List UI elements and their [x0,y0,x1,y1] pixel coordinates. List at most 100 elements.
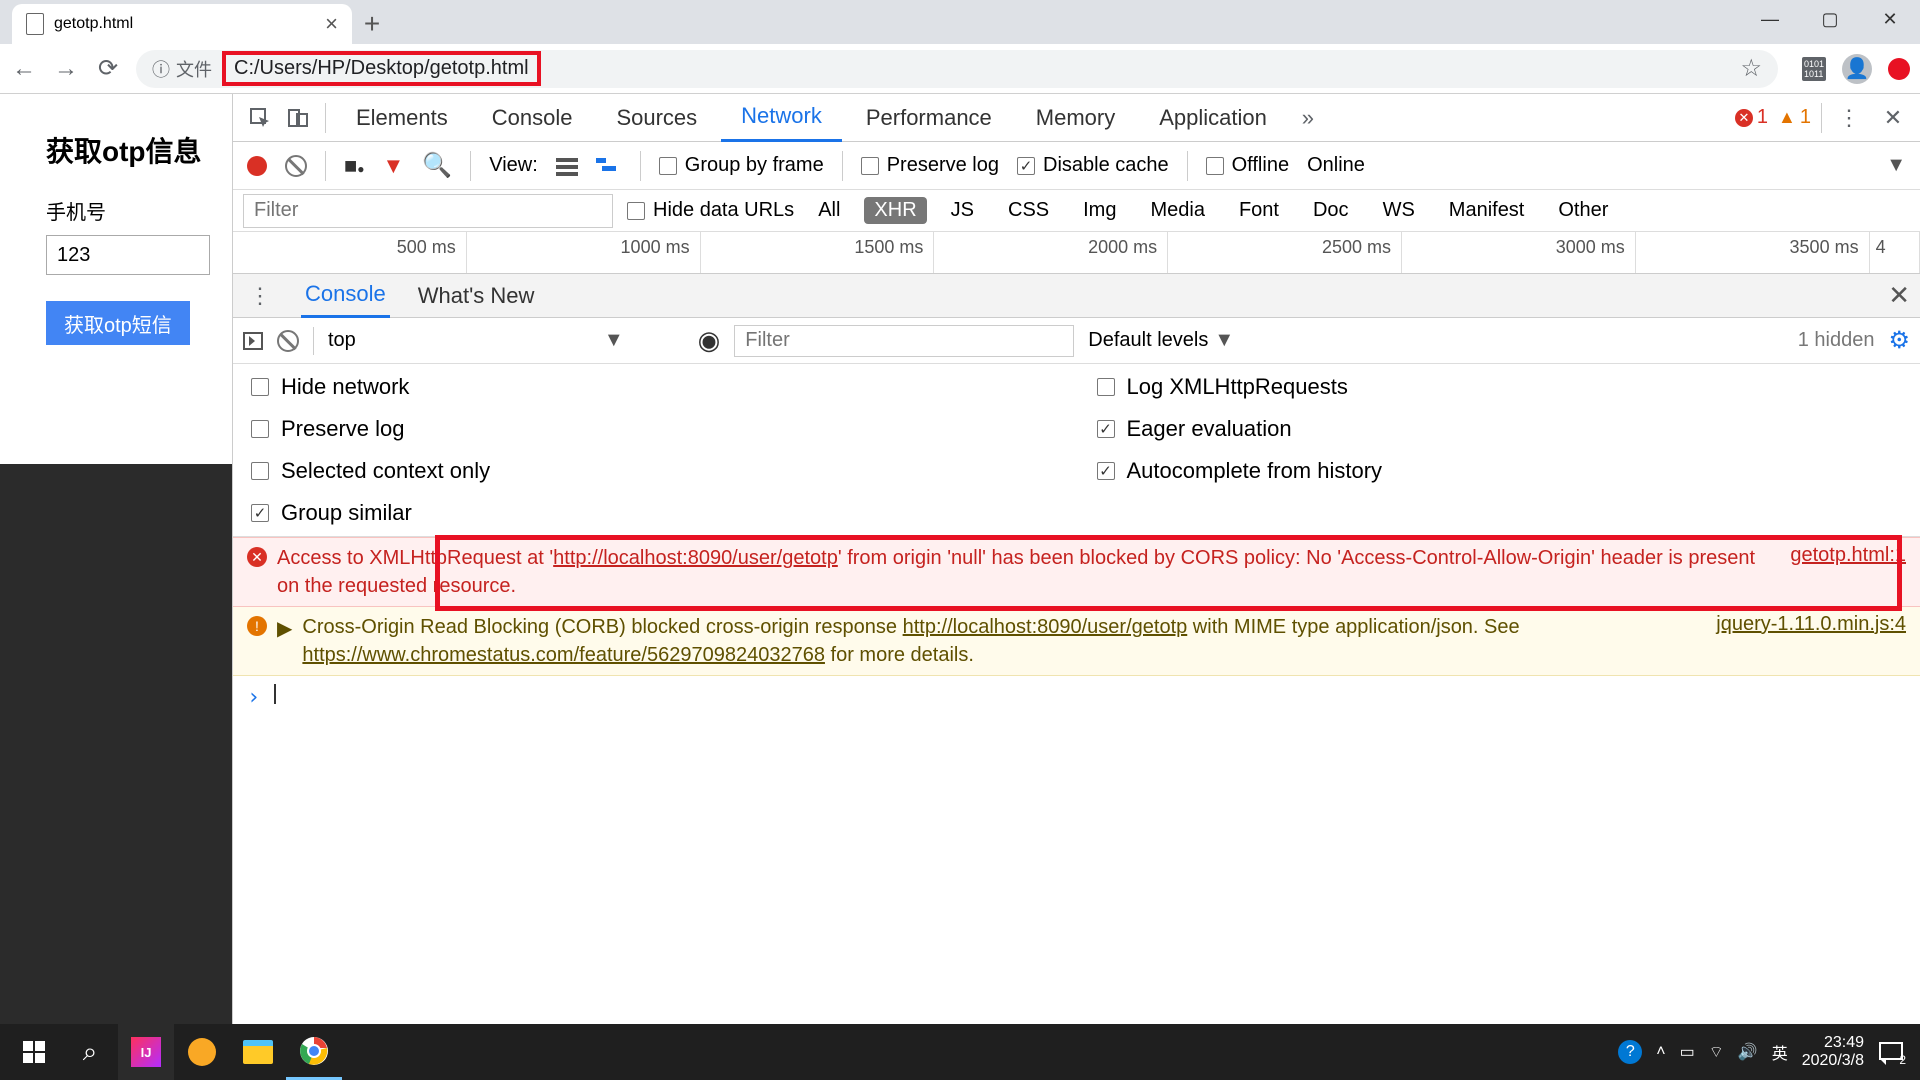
autocomplete-checkbox[interactable]: Autocomplete from history [1097,458,1903,484]
filter-css[interactable]: CSS [998,197,1059,224]
reload-button[interactable]: ⟳ [94,55,122,83]
profile-icon[interactable]: 👤 [1842,54,1872,84]
start-button[interactable] [6,1024,62,1080]
filter-media[interactable]: Media [1140,197,1214,224]
warning-icon: ! [247,616,267,636]
browser-tab-bar: getotp.html × + [0,0,1920,44]
filter-xhr[interactable]: XHR [864,197,926,224]
large-rows-icon[interactable] [556,156,578,176]
browser-tab[interactable]: getotp.html × [12,4,352,44]
group-by-frame-checkbox[interactable]: Group by frame [659,154,824,177]
tray-help-icon[interactable]: ? [1618,1040,1642,1064]
taskbar-chrome[interactable] [286,1024,342,1080]
device-toggle-icon[interactable] [281,101,315,135]
wifi-icon[interactable]: ⌔ [1709,1042,1724,1062]
eager-eval-checkbox[interactable]: Eager evaluation [1097,416,1903,442]
devtools-menu-icon[interactable]: ⋮ [1832,101,1866,135]
console-settings-icon[interactable]: ⚙ [1888,326,1910,355]
filter-doc[interactable]: Doc [1303,197,1359,224]
tab-elements[interactable]: Elements [336,94,468,142]
tab-performance[interactable]: Performance [846,94,1012,142]
warning-source-link[interactable]: jquery-1.11.0.min.js:4 [1716,613,1906,636]
online-select[interactable]: Online [1307,154,1365,177]
context-select[interactable]: top▼ [328,329,684,352]
drawer-close-icon[interactable]: ✕ [1888,280,1910,311]
new-tab-button[interactable]: + [352,4,392,44]
throttle-dropdown-icon[interactable]: ▼ [1886,154,1906,177]
console-filter-input[interactable] [734,325,1074,357]
selected-context-checkbox[interactable]: Selected context only [251,458,1057,484]
inspect-icon[interactable] [243,101,277,135]
filter-icon[interactable]: ▼ [383,153,405,179]
devtools-panel: Elements Console Sources Network Perform… [232,94,1920,1024]
extension-icon[interactable]: 01011011 [1802,57,1826,81]
filter-js[interactable]: JS [941,197,984,224]
hide-data-urls-checkbox[interactable]: Hide data URLs [627,199,794,222]
taskbar-explorer[interactable] [230,1024,286,1080]
console-error-row[interactable]: ✕ Access to XMLHttpRequest at 'http://lo… [233,537,1920,607]
preserve-log-checkbox[interactable]: Preserve log [861,154,999,177]
taskbar-app-intellij[interactable]: IJ [118,1024,174,1080]
volume-icon[interactable]: 🔊 [1738,1042,1758,1062]
phone-input[interactable] [46,235,210,275]
search-icon[interactable]: 🔍 [422,151,452,180]
log-xhr-checkbox[interactable]: Log XMLHttpRequests [1097,374,1903,400]
console-prompt[interactable]: › [233,676,1920,718]
window-minimize[interactable]: — [1740,0,1800,38]
url-field[interactable]: ⓘ 文件 C:/Users/HP/Desktop/getotp.html ☆ [136,50,1778,88]
hide-network-checkbox[interactable]: Hide network [251,374,1057,400]
search-icon[interactable]: ⌕ [62,1024,118,1080]
console-warning-row[interactable]: ! ▶ Cross-Origin Read Blocking (CORB) bl… [233,607,1920,676]
log-levels-select[interactable]: Default levels ▼ [1088,329,1234,352]
error-count-badge[interactable]: ✕1 [1735,106,1768,129]
filter-other[interactable]: Other [1548,197,1618,224]
taskbar-app-2[interactable] [174,1024,230,1080]
clear-button[interactable] [285,155,307,177]
back-button[interactable]: ← [10,55,38,83]
filter-all[interactable]: All [808,197,850,224]
group-similar-checkbox[interactable]: Group similar [251,500,1057,526]
console-clear-icon[interactable] [277,330,299,352]
bookmark-icon[interactable]: ☆ [1740,54,1762,83]
offline-checkbox[interactable]: Offline [1206,154,1289,177]
tray-expand-icon[interactable]: ˄ [1656,1043,1665,1061]
record-button[interactable] [247,156,267,176]
preserve-log-checkbox[interactable]: Preserve log [251,416,1057,442]
disable-cache-checkbox[interactable]: Disable cache [1017,154,1169,177]
window-close[interactable]: ✕ [1860,0,1920,38]
clock[interactable]: 23:49 2020/3/8 [1802,1034,1864,1070]
get-otp-button[interactable]: 获取otp短信 [46,301,190,345]
network-filter-input[interactable] [243,194,613,228]
warning-count-badge[interactable]: ▲1 [1778,106,1811,129]
drawer-tab-console[interactable]: Console [301,274,390,318]
tab-console[interactable]: Console [472,94,593,142]
tab-network[interactable]: Network [721,94,842,142]
error-source-link[interactable]: getotp.html:1 [1790,544,1906,567]
tab-sources[interactable]: Sources [596,94,717,142]
devtools-close-icon[interactable]: ✕ [1876,101,1910,135]
live-expression-icon[interactable]: ◉ [698,325,721,356]
more-tabs-icon[interactable]: » [1291,101,1325,135]
network-timeline[interactable]: 500 ms 1000 ms 1500 ms 2000 ms 2500 ms 3… [233,232,1920,274]
window-maximize[interactable]: ▢ [1800,0,1860,38]
ime-indicator[interactable]: 英 [1772,1040,1788,1064]
separator [842,151,843,181]
waterfall-icon[interactable] [596,156,622,176]
tab-memory[interactable]: Memory [1016,94,1135,142]
filter-ws[interactable]: WS [1373,197,1425,224]
camera-icon[interactable]: ■● [344,153,365,179]
drawer-tab-whatsnew[interactable]: What's New [414,274,539,318]
tab-application[interactable]: Application [1139,94,1287,142]
expand-icon[interactable]: ▶ [277,616,292,641]
notifications-icon[interactable]: 2 [1878,1039,1904,1065]
drawer-menu-icon[interactable]: ⋮ [243,279,277,313]
battery-icon[interactable]: ▭ [1680,1042,1695,1062]
console-sidebar-icon[interactable] [243,332,263,350]
filter-manifest[interactable]: Manifest [1439,197,1535,224]
extension-badge-icon[interactable] [1888,58,1910,80]
forward-button[interactable]: → [52,55,80,83]
tab-close-icon[interactable]: × [325,11,338,37]
filter-img[interactable]: Img [1073,197,1126,224]
filter-font[interactable]: Font [1229,197,1289,224]
site-info-icon[interactable]: ⓘ 文件 [152,56,212,82]
